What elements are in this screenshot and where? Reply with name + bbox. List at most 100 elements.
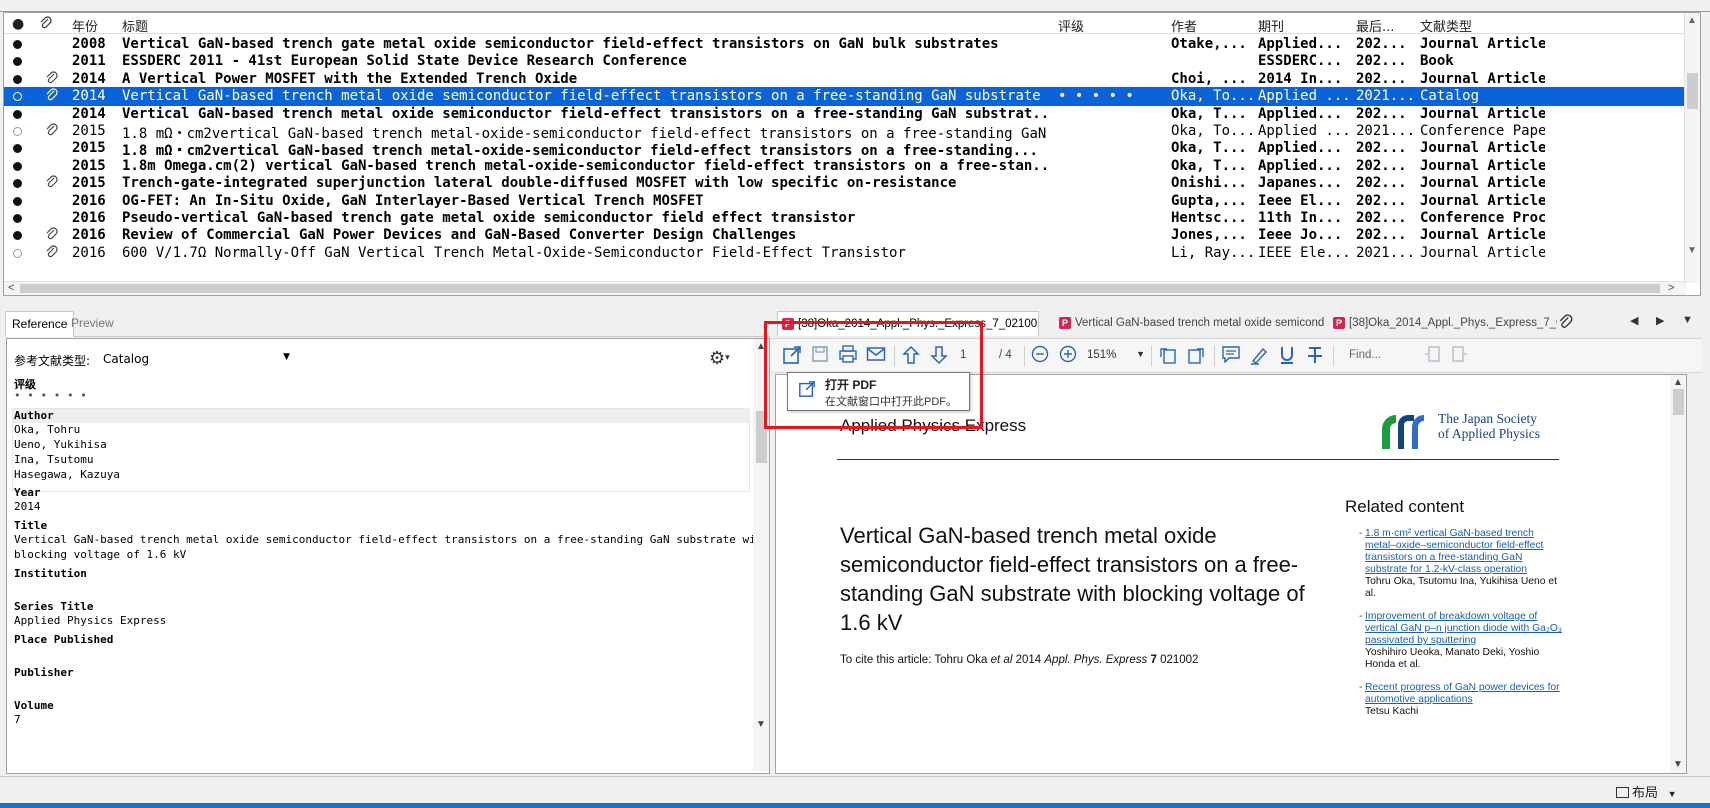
list-vertical-scrollbar[interactable]: ▲ ▼	[1684, 13, 1700, 283]
save-icon[interactable]	[808, 345, 832, 367]
toolbar-divider	[1333, 346, 1334, 366]
table-row[interactable]: 2015 1.8 mΩ・cm2vertical GaN-based trench …	[4, 122, 1684, 142]
read-status-icon[interactable]	[13, 57, 22, 67]
column-last-updated[interactable]: 最后...	[1356, 16, 1394, 35]
highlight-icon[interactable]	[1247, 345, 1271, 367]
series-title-label: Series Title	[14, 600, 94, 613]
fields-scrollbar[interactable]: ▲ ▼	[753, 339, 769, 771]
series-title-field[interactable]: Applied Physics Express	[14, 614, 166, 627]
zoom-out-icon[interactable]	[1028, 345, 1052, 367]
table-row[interactable]: 2016 Pseudo-vertical GaN-based trench gat…	[4, 209, 1684, 228]
rotate-left-icon[interactable]	[1156, 345, 1180, 367]
scrollbar-thumb[interactable]	[1687, 73, 1698, 109]
table-row[interactable]: 2016 Review of Commercial GaN Power Devic…	[4, 226, 1684, 245]
table-row[interactable]: 2015 Trench-gate-integrated superjunction…	[4, 174, 1684, 193]
scroll-up-icon[interactable]: ▲	[1687, 15, 1697, 26]
panel-splitter[interactable]	[0, 297, 1710, 305]
author-field-box[interactable]	[12, 408, 750, 492]
pdf-tab-2[interactable]: P Vertical GaN-based trench metal oxide s…	[1055, 311, 1325, 336]
table-row[interactable]: 2015 1.8 mΩ・cm2vertical GaN-based trench …	[4, 139, 1684, 159]
table-row[interactable]: 2011 ESSDERC 2011 - 41st European Solid S…	[4, 52, 1684, 71]
read-status-icon[interactable]	[13, 144, 22, 154]
table-row[interactable]: 2014 Vertical GaN-based trench metal oxid…	[4, 105, 1684, 124]
read-status-icon[interactable]	[13, 214, 22, 223]
column-year[interactable]: 年份	[72, 16, 98, 35]
read-status-icon[interactable]	[13, 109, 22, 119]
table-row[interactable]: 2014 Vertical GaN-based trench metal oxid…	[4, 87, 1684, 107]
tab-scroll-right-icon[interactable]: ▶	[1656, 314, 1664, 327]
scroll-up-icon[interactable]: ▲	[756, 341, 766, 352]
find-previous-icon[interactable]	[1420, 345, 1444, 367]
print-icon[interactable]	[836, 345, 860, 367]
open-pdf-icon[interactable]	[780, 345, 804, 367]
read-status-icon[interactable]	[13, 40, 22, 49]
read-status-icon[interactable]	[13, 179, 22, 189]
list-horizontal-scrollbar[interactable]: < >	[4, 281, 1686, 295]
table-row[interactable]: 2014 A Vertical Power MOSFET with the Ext…	[4, 70, 1684, 89]
pdf-viewer[interactable]: Applied Physics Express The Japan Societ…	[775, 374, 1687, 774]
zoom-in-icon[interactable]	[1056, 345, 1080, 367]
read-status-column-icon[interactable]: ●	[12, 16, 24, 32]
column-title[interactable]: 标题	[122, 16, 148, 35]
title-field-line1[interactable]: Vertical GaN-based trench metal oxide se…	[14, 533, 769, 546]
related-link[interactable]: 1.8 m·cm² vertical GaN-based trench meta…	[1365, 528, 1565, 576]
attachment-column-icon[interactable]	[39, 16, 53, 34]
scroll-up-icon[interactable]: ▲	[1673, 377, 1683, 388]
journal-cell: Japanes...	[1258, 175, 1343, 192]
pdf-tab-1[interactable]: P [38]Oka_2014_Appl._Phys._Express_7_0210…	[777, 311, 1039, 336]
rotate-right-icon[interactable]	[1184, 345, 1208, 367]
scrollbar-thumb[interactable]	[20, 284, 1660, 293]
title-cell: Pseudo-vertical GaN-based trench gate me…	[122, 210, 856, 226]
underline-icon[interactable]	[1275, 345, 1299, 367]
scroll-down-icon[interactable]: ▼	[1673, 759, 1683, 770]
read-status-icon[interactable]	[13, 231, 22, 241]
read-status-icon[interactable]	[13, 74, 22, 84]
scroll-left-icon[interactable]: <	[8, 282, 14, 294]
scrollbar-thumb[interactable]	[1673, 389, 1684, 415]
rating-value[interactable]: • • • • • •	[14, 389, 87, 402]
read-status-icon[interactable]	[13, 127, 22, 136]
read-status-icon[interactable]	[13, 196, 22, 206]
gear-icon[interactable]: ⚙▾	[709, 348, 737, 370]
zoom-select[interactable]: 151% ▼	[1085, 346, 1147, 366]
column-author[interactable]: 作者	[1171, 16, 1197, 35]
find-next-icon[interactable]	[1448, 345, 1472, 367]
table-row[interactable]: 2015 1.8m Omega.cm(2) vertical GaN-based …	[4, 157, 1684, 176]
page-number-input[interactable]: 1	[960, 349, 966, 361]
table-row[interactable]: 2016 OG-FET: An In-Situ Oxide, GaN Interl…	[4, 192, 1684, 211]
year-field[interactable]: 2014	[14, 500, 41, 513]
tab-reference[interactable]: Reference	[5, 311, 75, 337]
related-link[interactable]: Improvement of breakdown voltage of vert…	[1365, 611, 1565, 647]
related-link[interactable]: Recent progress of GaN power devices for…	[1365, 682, 1565, 706]
table-row[interactable]: 2016 600 V/1.7Ω Normally-Off GaN Vertical…	[4, 244, 1684, 263]
table-row[interactable]: 2008 Vertical GaN-based trench gate metal…	[4, 35, 1684, 54]
email-icon[interactable]	[864, 345, 888, 367]
reference-type-select[interactable]: Catalog ▼	[103, 352, 290, 369]
strikethrough-icon[interactable]	[1303, 345, 1327, 367]
next-page-icon[interactable]	[927, 345, 951, 367]
column-journal[interactable]: 期刊	[1258, 16, 1284, 35]
scrollbar-thumb[interactable]	[756, 411, 767, 463]
volume-field[interactable]: 7	[14, 713, 21, 726]
comment-icon[interactable]	[1219, 345, 1243, 367]
pdf-scrollbar[interactable]: ▲ ▼	[1670, 375, 1686, 773]
column-rating[interactable]: 评级	[1058, 16, 1084, 35]
paperclip-icon[interactable]	[1558, 314, 1574, 333]
read-status-icon[interactable]	[13, 92, 22, 102]
column-reference-type[interactable]: 文献类型	[1420, 16, 1472, 35]
title-field-line2[interactable]: blocking voltage of 1.6 kV	[14, 548, 186, 561]
reference-type-cell: Conference Proc	[1420, 210, 1545, 226]
scroll-down-icon[interactable]: ▼	[756, 719, 766, 730]
previous-page-icon[interactable]	[899, 345, 923, 367]
tab-list-icon[interactable]: ▼	[1682, 314, 1693, 326]
tab-scroll-left-icon[interactable]: ◀	[1630, 314, 1638, 327]
scroll-down-icon[interactable]: ▼	[1687, 245, 1697, 256]
reference-list[interactable]: ● ^ 年份 标题 评级 作者 期刊 最后... 文献类型 2008 Vertic…	[3, 12, 1701, 296]
read-status-icon[interactable]	[13, 248, 22, 258]
scroll-right-icon[interactable]: >	[1668, 282, 1674, 294]
tab-preview[interactable]: Preview	[65, 311, 120, 337]
layout-button[interactable]: 布局 ▼	[1616, 782, 1677, 801]
read-status-icon[interactable]	[13, 161, 22, 171]
pdf-tab-3[interactable]: P [38]Oka_2014_Appl._Phys._Express_7_021(	[1329, 311, 1557, 336]
find-input[interactable]: Find...	[1349, 346, 1409, 366]
